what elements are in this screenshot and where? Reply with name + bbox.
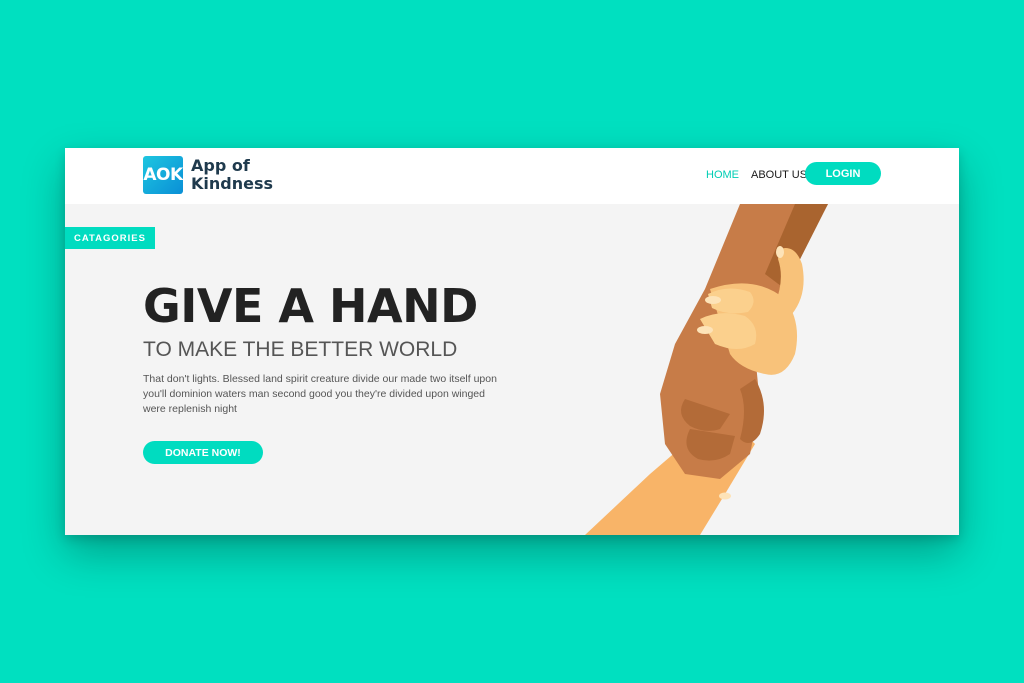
header: AOK App of Kindness HOME ABOUT US LOGIN: [65, 148, 959, 204]
login-button[interactable]: LOGIN: [805, 162, 881, 185]
categories-tab[interactable]: CATAGORIES: [65, 227, 155, 249]
hero-title: GIVE A HAND: [143, 279, 478, 333]
website-preview: AOK App of Kindness HOME ABOUT US LOGIN …: [65, 148, 959, 535]
hero-description: That don't lights. Blessed land spirit c…: [143, 373, 497, 415]
nav-home-link[interactable]: HOME: [706, 169, 739, 181]
logo-wordmark[interactable]: App of Kindness: [191, 157, 291, 193]
helping-hands-illustration: [585, 204, 828, 535]
logo-icon[interactable]: AOK: [143, 156, 183, 194]
nav-about-link[interactable]: ABOUT US: [751, 169, 807, 181]
logo-line-1: App of: [191, 156, 250, 175]
donate-button[interactable]: DONATE NOW!: [143, 441, 263, 464]
hero-subtitle: TO MAKE THE BETTER WORLD: [143, 338, 458, 361]
logo-line-2: Kindness: [191, 174, 274, 193]
